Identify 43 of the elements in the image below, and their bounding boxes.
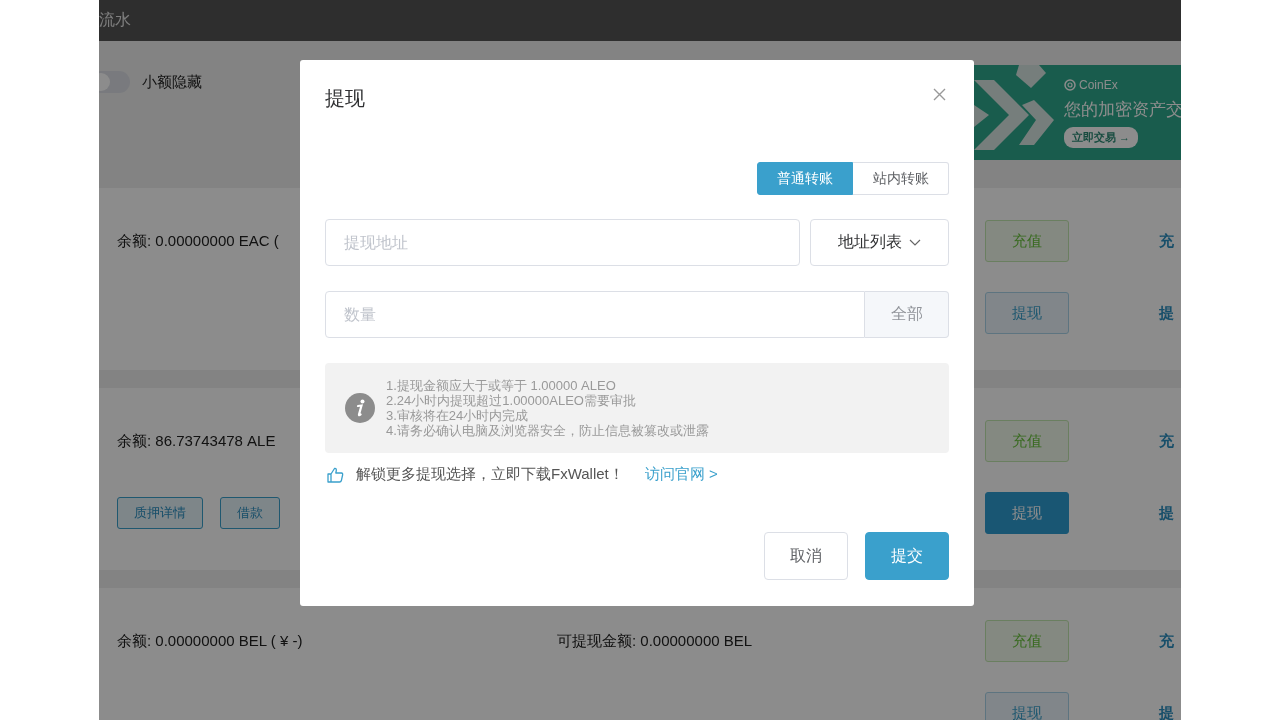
logo-icon	[1064, 79, 1076, 91]
banner-cta[interactable]: 立即交易 →	[1064, 127, 1139, 148]
website-link[interactable]: 访问官网 >	[644, 465, 718, 484]
notice-line: 3.审核将在24小时内完成	[386, 408, 530, 423]
notice-line: 4.请务必确认电脑及浏览器安全，防止信息被篡改或泄露	[386, 423, 709, 438]
thumbs-up-icon	[327, 466, 344, 483]
transfer-tab[interactable]: 普通转账	[757, 162, 853, 195]
notice-line: 1.提现金额应大于或等于 1.00000 ALEO	[386, 378, 617, 393]
notice-line: 2.24小时内提现超过1.00000ALEO需要审批	[386, 393, 637, 408]
chevron-down-icon	[909, 239, 921, 246]
amount-field[interactable]: 数量	[325, 291, 865, 338]
transfer-tab[interactable]: 站内转账	[853, 162, 949, 195]
page-title: 流水	[99, 10, 131, 30]
address-list-dropdown[interactable]: 地址列表	[810, 219, 949, 266]
deposit-link[interactable]: 充	[1159, 631, 1174, 651]
withdraw-button[interactable]: 提现	[985, 692, 1069, 720]
all-button[interactable]: 全部	[865, 291, 949, 338]
close-icon[interactable]	[933, 87, 946, 101]
available-amount-text: 可提现金额: 0.00000000 BEL	[557, 631, 753, 651]
withdraw-button[interactable]: 提现	[985, 492, 1069, 534]
info-icon	[345, 393, 375, 423]
balance-text: 余额: 0.00000000 EAC (	[117, 231, 279, 251]
address-field[interactable]: 提现地址	[325, 219, 800, 266]
toggle-switch[interactable]	[99, 71, 130, 93]
toggle-label: 小额隐藏	[142, 72, 202, 92]
withdraw-button[interactable]: 提现	[985, 292, 1069, 334]
action-button[interactable]: 质押详情	[117, 497, 203, 529]
balance-text: 余额: 86.73743478 ALE	[117, 431, 276, 451]
deposit-button[interactable]: 充值	[985, 220, 1069, 262]
withdraw-link[interactable]: 提	[1159, 703, 1174, 720]
withdraw-link[interactable]: 提	[1159, 503, 1174, 523]
deposit-link[interactable]: 充	[1159, 431, 1174, 451]
cancel-button[interactable]: 取消	[764, 532, 848, 580]
brand-name: CoinEx	[1079, 78, 1118, 92]
withdraw-link[interactable]: 提	[1159, 303, 1174, 323]
action-button[interactable]: 借款	[220, 497, 280, 529]
balance-text: 余额: 0.00000000 BEL ( ¥ -)	[117, 631, 303, 651]
deposit-button[interactable]: 充值	[985, 620, 1069, 662]
dialog-title: 提现	[325, 85, 365, 111]
deposit-link[interactable]: 充	[1159, 231, 1174, 251]
submit-button[interactable]: 提交	[865, 532, 949, 580]
promo-text: 解锁更多提现选择，立即下载FxWallet！	[356, 465, 624, 484]
deposit-button[interactable]: 充值	[985, 420, 1069, 462]
